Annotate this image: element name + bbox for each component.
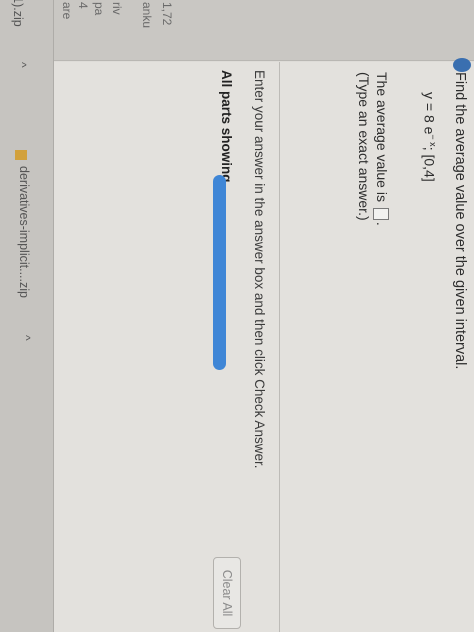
sliver-text: 1,72 bbox=[160, 2, 174, 26]
parts-showing-label: All parts showing bbox=[219, 70, 234, 183]
download-item[interactable]: derivatives-implicit....zip bbox=[17, 166, 31, 298]
left-panel-sliver: ents riv pa 4 are t A anku 1,72 bbox=[0, 0, 474, 61]
chevron-up-icon[interactable]: ^ bbox=[15, 62, 29, 68]
download-bar: (1).zip ^ derivatives-implicit....zip ^ bbox=[0, 0, 54, 632]
sliver-text: 4 bbox=[76, 2, 90, 9]
zip-file-icon bbox=[15, 150, 27, 160]
chevron-up-icon[interactable]: ^ bbox=[19, 335, 33, 341]
clear-all-button[interactable]: Clear All bbox=[213, 557, 241, 629]
sliver-text: are bbox=[60, 2, 74, 20]
equation-interval: ; [0,4] bbox=[421, 146, 438, 182]
screen-plane: ents riv pa 4 are t A anku 1,72 Find the… bbox=[0, 0, 474, 632]
answer-prefix: The average value is bbox=[374, 72, 390, 202]
answer-line: The average value is . bbox=[372, 72, 390, 226]
question-title: Find the average value over the given in… bbox=[452, 72, 468, 370]
answer-input[interactable] bbox=[372, 207, 389, 220]
parts-progress-bar bbox=[213, 175, 226, 370]
section-divider bbox=[279, 62, 280, 632]
sliver-text: anku bbox=[140, 2, 154, 29]
sliver-text: riv bbox=[110, 2, 124, 15]
download-item-partial[interactable]: (1).zip bbox=[11, 0, 25, 27]
answer-suffix: . bbox=[374, 221, 390, 226]
question-panel: Find the average value over the given in… bbox=[0, 58, 474, 632]
answer-hint: (Type an exact answer.) bbox=[356, 72, 372, 221]
question-equation: y = 8 e− x; [0,4] bbox=[421, 92, 438, 182]
sliver-text: pa bbox=[92, 2, 106, 16]
equation-base: y = 8 e bbox=[421, 92, 438, 135]
equation-exponent: − x bbox=[428, 134, 438, 147]
question-marker-icon bbox=[453, 58, 471, 72]
instruction-text: Enter your answer in the answer box and … bbox=[252, 70, 267, 469]
